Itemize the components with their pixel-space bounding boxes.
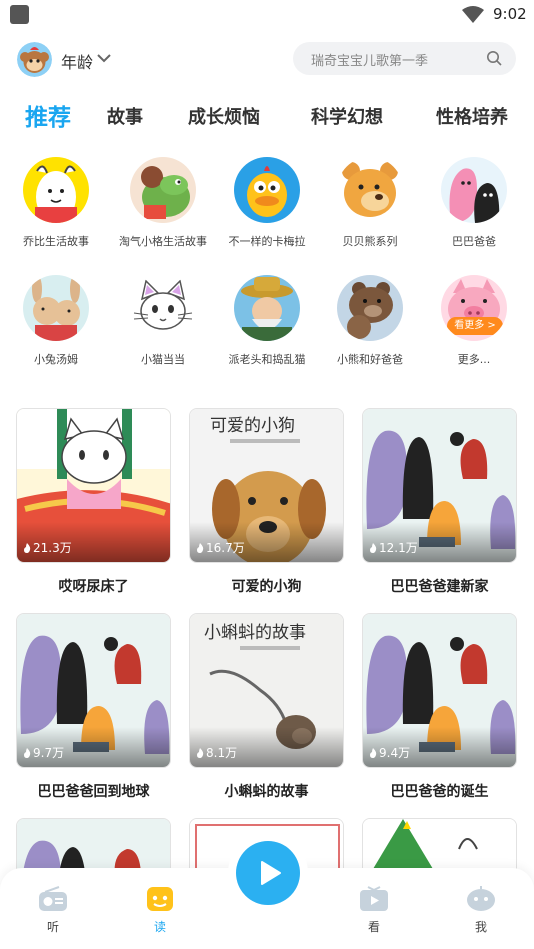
fire-icon bbox=[370, 747, 377, 758]
tab-recommend[interactable]: 推荐 bbox=[25, 98, 71, 132]
play-icon bbox=[261, 861, 281, 885]
category-thumbnail: 看更多 > bbox=[441, 275, 507, 341]
svg-text:小蝌蚪的故事: 小蝌蚪的故事 bbox=[204, 623, 306, 643]
notification-icon bbox=[10, 5, 29, 24]
category-item[interactable]: 巴巴爸爸 bbox=[424, 157, 524, 249]
category-name: 小兔汤姆 bbox=[34, 353, 78, 366]
book-title: 小蝌蚪的故事 bbox=[224, 784, 309, 800]
category-thumbnail bbox=[441, 157, 507, 223]
category-thumbnail bbox=[234, 275, 300, 341]
category-name: 不一样的卡梅拉 bbox=[228, 235, 306, 248]
nav-watch[interactable]: 看 bbox=[354, 886, 394, 935]
category-name: 更多... bbox=[457, 353, 491, 366]
tab-growth[interactable]: 成长烦恼 bbox=[188, 103, 260, 129]
nav-listen-label: 听 bbox=[46, 920, 59, 934]
tab-story[interactable]: 故事 bbox=[107, 103, 143, 129]
category-name: 巴巴爸爸 bbox=[452, 235, 496, 248]
play-button[interactable] bbox=[236, 841, 300, 905]
profile-icon bbox=[467, 886, 495, 911]
category-thumbnail bbox=[337, 275, 403, 341]
category-item[interactable]: 乔比生活故事 bbox=[6, 157, 106, 249]
book-cover: 21.3万 bbox=[16, 408, 171, 563]
category-item[interactable]: 派老头和捣乱猫 bbox=[217, 275, 317, 367]
nav-read[interactable]: 读 bbox=[140, 886, 180, 935]
nav-me-label: 我 bbox=[474, 920, 487, 934]
play-count: 16.7万 bbox=[194, 539, 245, 556]
book-card[interactable]: 9.4万 巴巴爸爸的诞生 bbox=[362, 613, 517, 801]
category-thumbnail bbox=[130, 275, 196, 341]
nav-me[interactable]: 我 bbox=[461, 886, 501, 935]
book-card[interactable]: 21.3万 哎呀尿床了 bbox=[16, 408, 171, 596]
category-thumbnail bbox=[23, 275, 89, 341]
category-name: 派老头和捣乱猫 bbox=[228, 353, 306, 366]
book-title: 巴巴爸爸回到地球 bbox=[37, 784, 150, 800]
search-bar[interactable]: 瑞奇宝宝儿歌第一季 bbox=[293, 42, 516, 75]
play-count: 12.1万 bbox=[367, 539, 418, 556]
book-title: 哎呀尿床了 bbox=[58, 579, 129, 595]
category-name: 贝贝熊系列 bbox=[342, 235, 398, 248]
book-title: 巴巴爸爸的诞生 bbox=[390, 784, 489, 800]
category-name: 淘气小格生活故事 bbox=[119, 235, 207, 248]
book-card[interactable]: 小蝌蚪的故事 8.1万 小蝌蚪的故事 bbox=[189, 613, 344, 801]
fire-icon bbox=[197, 747, 204, 758]
nav-read-label: 读 bbox=[153, 920, 166, 934]
category-thumbnail bbox=[23, 157, 89, 223]
category-item[interactable]: 不一样的卡梅拉 bbox=[217, 157, 317, 249]
category-item[interactable]: 小熊和好爸爸 bbox=[320, 275, 420, 367]
book-cover: 9.7万 bbox=[16, 613, 171, 768]
category-item[interactable]: 小猫当当 bbox=[113, 275, 213, 367]
category-item-more[interactable]: 看更多 > 更多... bbox=[424, 275, 524, 367]
fire-icon bbox=[197, 542, 204, 553]
tab-character[interactable]: 性格培养 bbox=[436, 103, 508, 129]
book-title: 巴巴爸爸建新家 bbox=[390, 579, 489, 595]
wifi-icon bbox=[462, 6, 484, 23]
book-cover: 小蝌蚪的故事 8.1万 bbox=[189, 613, 344, 768]
book-card[interactable]: 可爱的小狗 16.7万 可爱的小狗 bbox=[189, 408, 344, 596]
category-name: 乔比生活故事 bbox=[23, 235, 89, 248]
book-cover: 12.1万 bbox=[362, 408, 517, 563]
tab-science[interactable]: 科学幻想 bbox=[311, 103, 383, 129]
category-item[interactable]: 贝贝熊系列 bbox=[320, 157, 420, 249]
nav-watch-label: 看 bbox=[367, 920, 380, 934]
fire-icon bbox=[24, 747, 31, 758]
book-title: 可爱的小狗 bbox=[231, 579, 302, 595]
avatar[interactable] bbox=[17, 42, 52, 77]
nav-listen[interactable]: 听 bbox=[33, 886, 73, 935]
book-cover: 9.4万 bbox=[362, 613, 517, 768]
search-icon[interactable] bbox=[486, 50, 502, 66]
play-count: 9.4万 bbox=[367, 744, 410, 761]
category-item[interactable]: 淘气小格生活故事 bbox=[113, 157, 213, 249]
category-thumbnail bbox=[234, 157, 300, 223]
play-count: 21.3万 bbox=[21, 539, 72, 556]
fire-icon bbox=[370, 542, 377, 553]
see-more-badge[interactable]: 看更多 > bbox=[447, 317, 503, 335]
tv-icon bbox=[360, 886, 388, 911]
book-card[interactable]: 12.1万 巴巴爸爸建新家 bbox=[362, 408, 517, 596]
category-thumbnail bbox=[337, 157, 403, 223]
book-icon bbox=[147, 887, 173, 911]
category-thumbnail bbox=[130, 157, 196, 223]
fire-icon bbox=[24, 542, 31, 553]
radio-icon bbox=[39, 886, 67, 911]
status-time: 9:02 bbox=[493, 5, 527, 23]
book-cover: 可爱的小狗 16.7万 bbox=[189, 408, 344, 563]
search-placeholder: 瑞奇宝宝儿歌第一季 bbox=[311, 54, 429, 69]
play-count: 9.7万 bbox=[21, 744, 64, 761]
play-count: 8.1万 bbox=[194, 744, 237, 761]
category-name: 小猫当当 bbox=[141, 353, 185, 366]
status-bar: 9:02 bbox=[0, 0, 534, 30]
play-button-wrapper bbox=[228, 833, 308, 913]
age-selector-label[interactable]: 年龄 bbox=[61, 49, 93, 73]
book-card[interactable]: 9.7万 巴巴爸爸回到地球 bbox=[16, 613, 171, 801]
svg-text:可爱的小狗: 可爱的小狗 bbox=[210, 416, 295, 436]
category-item[interactable]: 小兔汤姆 bbox=[6, 275, 106, 367]
chevron-down-icon[interactable] bbox=[96, 52, 112, 64]
category-name: 小熊和好爸爸 bbox=[337, 353, 403, 366]
